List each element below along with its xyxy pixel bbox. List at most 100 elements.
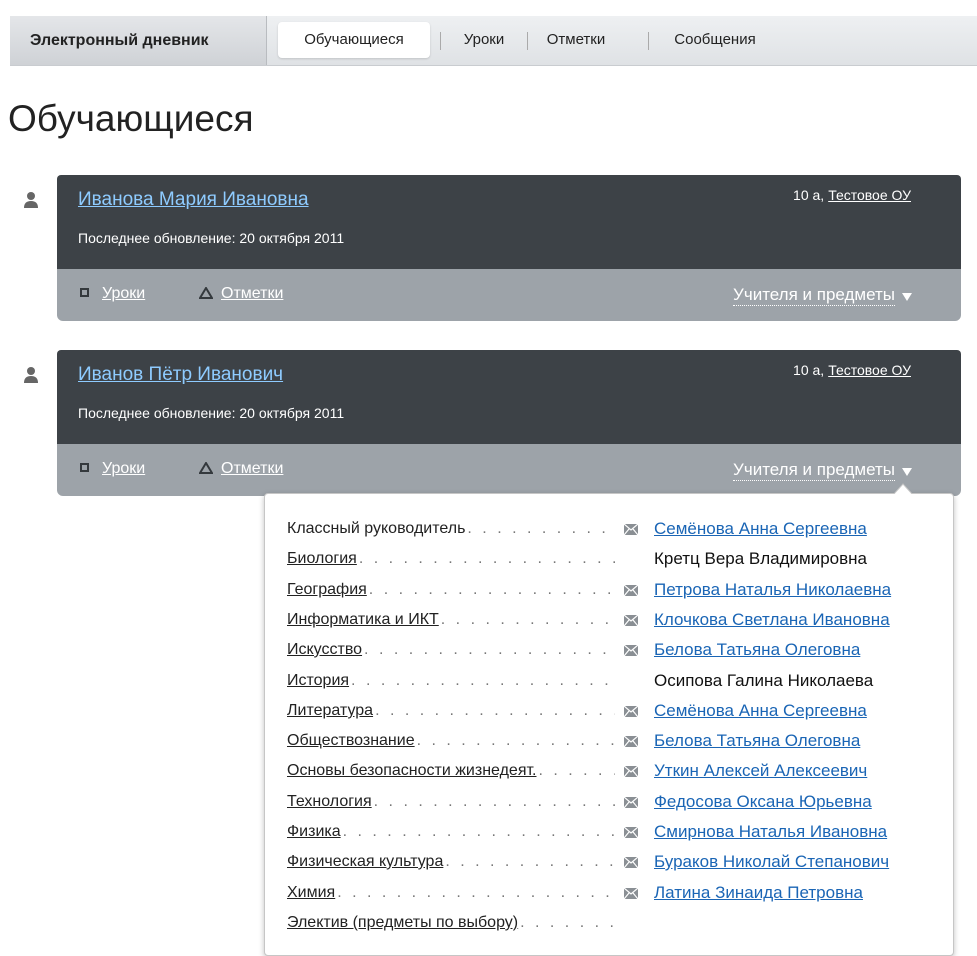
subject-cell: Литература. . . . . . . . . . . . . . . … — [287, 698, 615, 724]
dropdown-pointer — [893, 483, 913, 495]
subject-cell: Физика. . . . . . . . . . . . . . . . . … — [287, 819, 615, 845]
subject-link[interactable]: Основы безопасности жизнедеят. — [287, 762, 539, 779]
subject-link[interactable]: Физика — [287, 823, 343, 840]
subject-cell: Искусство. . . . . . . . . . . . . . . .… — [287, 637, 615, 663]
dot-leader: . . . . . . . . . . . . . . . . . . . . … — [351, 672, 615, 689]
school-link[interactable]: Тестовое ОУ — [828, 362, 911, 378]
subject-cell: Биология. . . . . . . . . . . . . . . . … — [287, 546, 615, 572]
envelope-icon[interactable] — [624, 736, 638, 747]
teacher-link[interactable]: Белова Татьяна Олеговна — [654, 637, 860, 663]
subject-cell: Классный руководитель. . . . . . . . . .… — [287, 516, 615, 542]
teacher-link[interactable]: Латина Зинаида Петровна — [654, 880, 863, 906]
envelope-icon[interactable] — [624, 827, 638, 838]
envelope-icon[interactable] — [624, 888, 638, 899]
student-card: Иванов Пётр Иванович Последнее обновлени… — [24, 350, 961, 496]
dot-leader: . . . . . . . . . . . . . . . . . . . . … — [368, 581, 615, 598]
subject-cell: География. . . . . . . . . . . . . . . .… — [287, 577, 615, 603]
teacher-link[interactable]: Петрова Наталья Николаевна — [654, 577, 891, 603]
envelope-icon[interactable] — [624, 615, 638, 626]
subject-link[interactable]: Химия — [287, 884, 338, 901]
teacher-link[interactable]: Клочкова Светлана Ивановна — [654, 607, 890, 633]
envelope-icon[interactable] — [624, 645, 638, 656]
lessons-link[interactable]: Уроки — [102, 460, 145, 478]
envelope-icon[interactable] — [624, 766, 638, 777]
subject-cell: Обществознание. . . . . . . . . . . . . … — [287, 728, 615, 754]
brand-title[interactable]: Электронный дневник — [10, 16, 267, 65]
tab-separator — [440, 32, 441, 50]
marks-link[interactable]: Отметки — [221, 285, 283, 303]
tab-students[interactable]: Обучающиеся — [278, 22, 430, 58]
teacher-name: Кретц Вера Владимировна — [654, 549, 868, 568]
teachers-subjects-toggle[interactable]: Учителя и предметы — [733, 460, 895, 481]
dot-leader: . . . . . . . . . . . . . . . . . . . . … — [375, 702, 615, 719]
subject-link[interactable]: География — [287, 581, 369, 598]
student-name-link[interactable]: Иванов Пётр Иванович — [78, 364, 283, 386]
teacher-link[interactable]: Уткин Алексей Алексеевич — [654, 758, 867, 784]
envelope-icon[interactable] — [624, 706, 638, 717]
caret-down-icon[interactable] — [902, 293, 912, 301]
subject-link[interactable]: Обществознание — [287, 732, 417, 749]
subject-link[interactable]: Физическая культура — [287, 853, 446, 870]
subject-link[interactable]: Литература — [287, 702, 376, 719]
teacher-row: Литература. . . . . . . . . . . . . . . … — [265, 698, 951, 724]
teacher-row: Основы безопасности жизнедеят.. . . . . … — [265, 758, 951, 784]
caret-down-icon[interactable] — [902, 468, 912, 476]
dot-leader: . . . . . . . . . . . . . . . . . . . . … — [364, 641, 615, 658]
dot-leader: . . . . . . . . . . . . . . . . . . . . … — [538, 762, 615, 779]
teacher-link[interactable]: Семёнова Анна Сергеевна — [654, 516, 867, 542]
tab-marks[interactable]: Отметки — [540, 22, 612, 58]
teacher-row: Химия. . . . . . . . . . . . . . . . . .… — [265, 880, 951, 906]
teacher-row: Физика. . . . . . . . . . . . . . . . . … — [265, 819, 951, 845]
person-icon — [24, 192, 38, 208]
class-info: 10 а, Тестовое ОУ — [793, 187, 911, 203]
dot-leader: . . . . . . . . . . . . . . . . . . . . … — [440, 611, 615, 628]
envelope-icon[interactable] — [624, 797, 638, 808]
dot-leader: . . . . . . . . . . . . . . . . . . . . … — [358, 550, 615, 567]
lessons-link[interactable]: Уроки — [102, 285, 145, 303]
last-update-text: Последнее обновление: 20 октября 2011 — [78, 405, 345, 421]
school-link[interactable]: Тестовое ОУ — [828, 187, 911, 203]
subject-link[interactable]: Информатика и ИКТ — [287, 611, 441, 628]
student-card-actions: Уроки Отметки Учителя и предметы — [57, 269, 961, 321]
top-navigation: Электронный дневник Обучающиеся Уроки От… — [10, 16, 977, 66]
teacher-row: Искусство. . . . . . . . . . . . . . . .… — [265, 637, 951, 663]
tab-separator — [648, 32, 649, 50]
subject-link[interactable]: Технология — [287, 793, 374, 810]
teacher-row: Обществознание. . . . . . . . . . . . . … — [265, 728, 951, 754]
subject-cell: Электив (предметы по выбору). . . . . . … — [287, 910, 615, 936]
student-name-link[interactable]: Иванова Мария Ивановна — [78, 189, 309, 211]
teacher-link[interactable]: Федосова Оксана Юрьевна — [654, 789, 872, 815]
teacher-row: Биология. . . . . . . . . . . . . . . . … — [265, 546, 951, 572]
subject-link[interactable]: Электив (предметы по выбору) — [287, 914, 521, 931]
envelope-icon[interactable] — [624, 585, 638, 596]
teachers-subjects-toggle[interactable]: Учителя и предметы — [733, 285, 895, 306]
subject-cell: Основы безопасности жизнедеят.. . . . . … — [287, 758, 615, 784]
subject-cell: Технология. . . . . . . . . . . . . . . … — [287, 789, 615, 815]
marks-link[interactable]: Отметки — [221, 460, 283, 478]
envelope-icon[interactable] — [624, 524, 638, 535]
subject-cell: Физическая культура. . . . . . . . . . .… — [287, 849, 615, 875]
subject-link[interactable]: История — [287, 672, 352, 689]
triangle-icon — [199, 287, 213, 299]
teacher-row: Физическая культура. . . . . . . . . . .… — [265, 849, 951, 875]
teacher-link[interactable]: Бураков Николай Степанович — [654, 849, 889, 875]
subject-link[interactable]: Искусство — [287, 641, 365, 658]
dot-leader: . . . . . . . . . . . . . . . . . . . . … — [467, 520, 615, 537]
teachers-subjects-dropdown: Классный руководитель. . . . . . . . . .… — [264, 483, 954, 956]
square-icon — [80, 463, 89, 472]
tab-lessons[interactable]: Уроки — [456, 22, 512, 58]
teacher-link[interactable]: Семёнова Анна Сергеевна — [654, 698, 867, 724]
tab-separator — [527, 32, 528, 50]
teacher-row: Информатика и ИКТ. . . . . . . . . . . .… — [265, 607, 951, 633]
tab-messages[interactable]: Сообщения — [664, 22, 766, 58]
teacher-link[interactable]: Смирнова Наталья Ивановна — [654, 819, 887, 845]
teacher-row: Технология. . . . . . . . . . . . . . . … — [265, 789, 951, 815]
teacher-link[interactable]: Белова Татьяна Олеговна — [654, 728, 860, 754]
dot-leader: . . . . . . . . . . . . . . . . . . . . … — [416, 732, 615, 749]
subject-link[interactable]: Биология — [287, 550, 359, 567]
envelope-icon[interactable] — [624, 857, 638, 868]
square-icon — [80, 288, 89, 297]
student-card-actions: Уроки Отметки Учителя и предметы — [57, 444, 961, 496]
student-card: Иванова Мария Ивановна Последнее обновле… — [24, 175, 961, 321]
class-label: 10 а, — [793, 187, 825, 203]
